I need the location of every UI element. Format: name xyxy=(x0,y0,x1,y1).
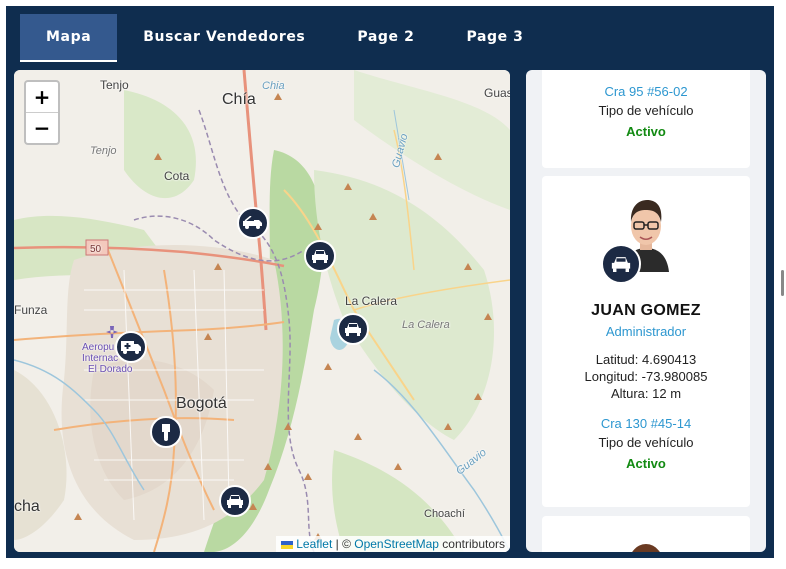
tab-buscar-vendedores[interactable]: Buscar Vendedores xyxy=(117,14,331,62)
tab-bar: Mapa Buscar Vendedores Page 2 Page 3 xyxy=(20,14,550,62)
vendor-coordinates: Latitud: 4.690413 Longitud: -73.980085 A… xyxy=(542,351,750,402)
vendor-card: Cra 95 #56-02 Tipo de vehículo Activo xyxy=(542,70,750,168)
place-label-chia: Chía xyxy=(222,91,256,108)
tab-mapa[interactable]: Mapa xyxy=(20,14,118,62)
map-marker-car-3[interactable] xyxy=(219,485,251,517)
car-icon xyxy=(312,250,328,263)
place-label-tenjo: Tenjo xyxy=(100,78,129,92)
car-icon xyxy=(611,257,631,272)
vendor-card xyxy=(542,516,750,552)
map-tiles xyxy=(14,70,510,552)
leaflet-link[interactable]: Leaflet xyxy=(296,537,332,551)
vendor-vehicle-type: Tipo de vehículo xyxy=(598,103,694,118)
map-attribution: Leaflet | © OpenStreetMap contributors xyxy=(276,536,510,552)
vendor-card: JUAN GOMEZ Administrador Latitud: 4.6904… xyxy=(542,176,750,507)
river-label-chia: Chia xyxy=(262,80,285,92)
car-icon xyxy=(345,323,361,336)
ukraine-flag-icon xyxy=(281,540,294,549)
river-label-tenjo: Tenjo xyxy=(90,145,117,157)
attribution-suffix: contributors xyxy=(438,537,505,551)
zoom-in-button[interactable]: + xyxy=(26,82,58,112)
tab-page-2[interactable]: Page 2 xyxy=(331,14,440,62)
river-label-la-calera: La Calera xyxy=(402,319,450,331)
avatar xyxy=(622,536,670,552)
map-marker-tow-truck[interactable] xyxy=(237,207,269,239)
place-label-guasca: Guas xyxy=(484,86,510,100)
vendor-vehicle-type: Tipo de vehículo xyxy=(598,435,694,450)
place-label-la-calera: La Calera xyxy=(345,294,398,308)
road-shield-50: 50 xyxy=(90,244,102,255)
openstreetmap-link[interactable]: OpenStreetMap xyxy=(354,537,439,551)
app-frame: Mapa Buscar Vendedores Page 2 Page 3 Ten… xyxy=(6,6,774,558)
scooter-icon xyxy=(162,424,170,441)
vendor-longitude: Longitud: -73.980085 xyxy=(584,369,708,384)
place-label-bogota: Bogotá xyxy=(176,395,227,412)
map-marker-car-1[interactable] xyxy=(304,240,336,272)
map-marker-car-2[interactable] xyxy=(337,313,369,345)
car-icon xyxy=(227,495,243,508)
place-label-funza: Funza xyxy=(14,303,48,317)
vendor-name: JUAN GOMEZ xyxy=(591,302,701,319)
tow-truck-icon xyxy=(243,216,262,229)
vendor-latitude: Latitud: 4.690413 xyxy=(595,352,697,367)
airport-label-line-3: El Dorado xyxy=(88,364,133,375)
place-label-choachi: Choachí xyxy=(424,508,465,520)
map-panel[interactable]: Tenjo Chía Chia Guas Tenjo Cota Guavio 5… xyxy=(14,70,510,552)
attribution-separator: | © xyxy=(332,537,355,551)
vendor-altitude: Altura: 12 m xyxy=(610,386,682,401)
vendor-list-panel[interactable]: Cra 95 #56-02 Tipo de vehículo Activo JU… xyxy=(526,70,766,552)
tab-page-3[interactable]: Page 3 xyxy=(440,14,549,62)
map-marker-scooter[interactable] xyxy=(150,416,182,448)
place-label-soacha: cha xyxy=(14,498,40,515)
zoom-out-button[interactable]: − xyxy=(26,112,58,143)
ambulance-icon xyxy=(121,341,141,354)
zoom-control: + − xyxy=(24,80,60,145)
map-marker-ambulance[interactable] xyxy=(115,331,147,363)
vendor-status: Activo xyxy=(626,124,666,139)
vehicle-badge xyxy=(601,244,641,284)
vendor-address-link[interactable]: Cra 95 #56-02 xyxy=(542,84,750,99)
page-scrollbar-handle[interactable] xyxy=(781,270,784,296)
place-label-cota: Cota xyxy=(164,169,190,183)
vendor-address-link[interactable]: Cra 130 #45-14 xyxy=(542,416,750,431)
vendor-status: Activo xyxy=(626,456,666,471)
vendor-role: Administrador xyxy=(605,324,687,339)
